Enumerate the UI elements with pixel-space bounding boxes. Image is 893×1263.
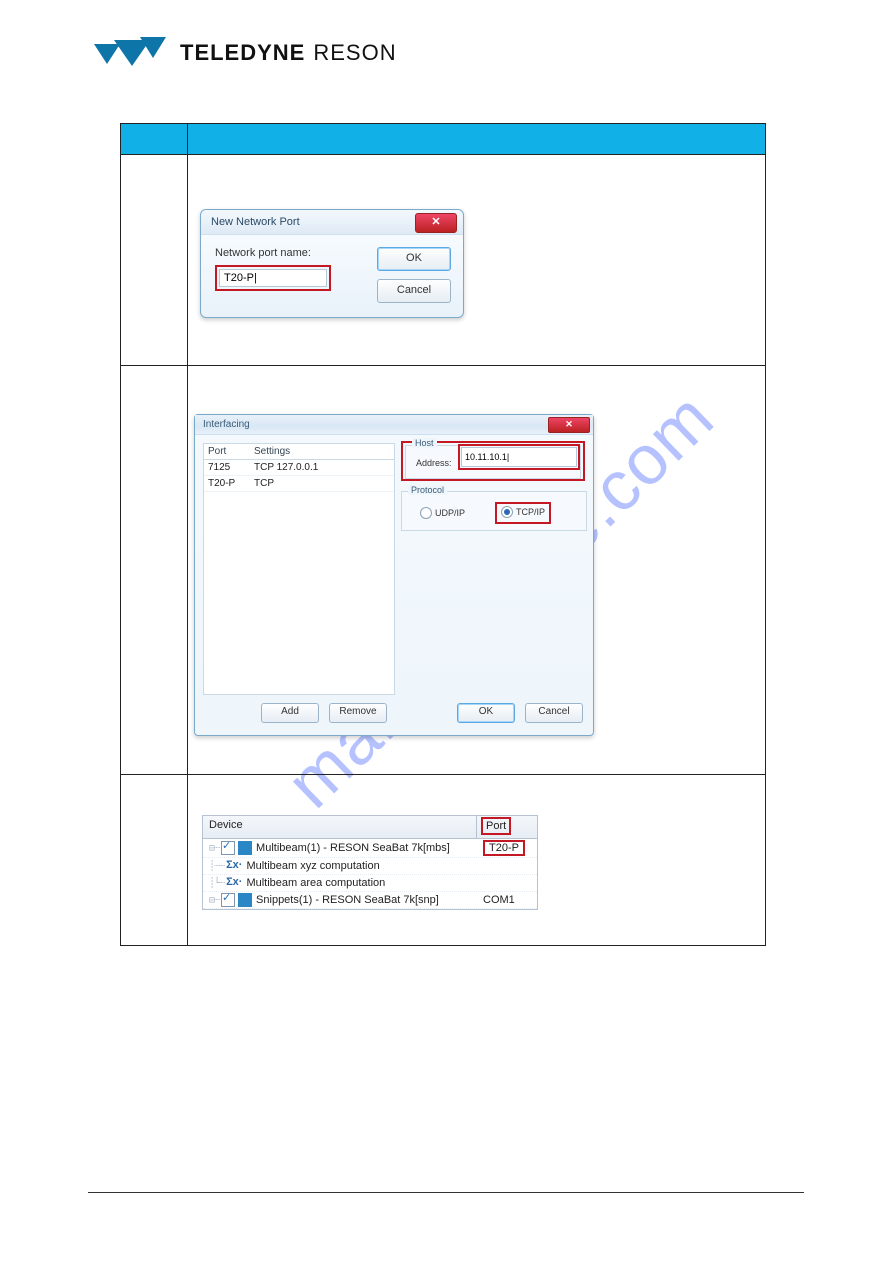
port-cell: COM1 — [479, 894, 535, 906]
brand-logomark — [90, 34, 166, 72]
port-header-highlight: Port — [481, 817, 511, 835]
port-name-input[interactable] — [219, 269, 327, 287]
table-header-left — [121, 124, 188, 155]
device-label: Multibeam xyz computation — [246, 860, 479, 872]
brand-name-bold: TELEDYNE — [180, 40, 305, 66]
device-label: Multibeam(1) - RESON SeaBat 7k[mbs] — [256, 842, 479, 854]
radio-icon — [501, 506, 513, 518]
list-item[interactable]: ┊└┈ Σx· Multibeam area computation — [203, 875, 537, 892]
dialog-title-text: Interfacing — [203, 419, 250, 430]
host-legend: Host — [412, 438, 437, 448]
device-label: Snippets(1) - RESON SeaBat 7k[snp] — [256, 894, 479, 906]
cancel-button[interactable]: Cancel — [525, 703, 583, 723]
host-group-highlight: Host Address: — [401, 441, 585, 481]
list-item[interactable]: ⊟┈ Snippets(1) - RESON SeaBat 7k[snp] CO… — [203, 892, 537, 909]
sigma-icon: Σx· — [226, 859, 242, 873]
ok-button[interactable]: OK — [457, 703, 515, 723]
checkbox[interactable] — [221, 841, 235, 855]
brand-name-light: RESON — [313, 40, 396, 66]
cancel-button[interactable]: Cancel — [377, 279, 451, 303]
radio-icon — [420, 507, 432, 519]
port-value-highlight: T20-P — [483, 840, 525, 856]
dialog-title: Interfacing ✕ — [195, 415, 593, 435]
port-list[interactable]: Port Settings 7125 TCP 127.0.0.1 T20-P T… — [203, 443, 395, 695]
ok-button[interactable]: OK — [377, 247, 451, 271]
dialog-title-text: New Network Port — [211, 216, 300, 228]
checkbox[interactable] — [221, 893, 235, 907]
footer-rule — [88, 1192, 804, 1193]
device-icon — [238, 841, 252, 855]
tree-toggle-icon[interactable]: ⊟┈ — [209, 895, 219, 906]
port-name-highlight — [215, 265, 331, 291]
close-icon[interactable]: ✕ — [548, 417, 590, 433]
port-cell: T20-P — [479, 840, 535, 856]
address-input[interactable] — [461, 447, 577, 467]
tree-toggle-icon[interactable]: ⊟┈ — [209, 843, 219, 854]
address-highlight — [458, 444, 580, 470]
interfacing-dialog: Interfacing ✕ Port Settings 7125 — [194, 414, 594, 736]
list-item[interactable]: ⊟┈ Multibeam(1) - RESON SeaBat 7k[mbs] T… — [203, 839, 537, 858]
table-row[interactable]: 7125 TCP 127.0.0.1 — [204, 460, 394, 476]
close-icon[interactable]: ✕ — [415, 213, 457, 233]
cell-settings: TCP 127.0.0.1 — [254, 462, 390, 473]
col-port: Port — [208, 446, 254, 457]
list-item[interactable]: ┊┈┈ Σx· Multibeam xyz computation — [203, 858, 537, 875]
remove-button[interactable]: Remove — [329, 703, 387, 723]
col-port: Port — [477, 816, 537, 838]
dialog-title: New Network Port ✕ — [201, 210, 463, 235]
device-label: Multibeam area computation — [246, 877, 479, 889]
brand-logo: TELEDYNE RESON — [90, 34, 397, 72]
col-device: Device — [203, 816, 477, 838]
udp-label: UDP/IP — [435, 508, 465, 518]
table-header-right — [188, 124, 766, 155]
add-button[interactable]: Add — [261, 703, 319, 723]
udp-radio[interactable]: UDP/IP — [420, 507, 465, 519]
tree-branch-icon: ┊└┈ — [209, 878, 224, 889]
address-label: Address: — [416, 458, 452, 468]
cell-port: T20-P — [208, 478, 254, 489]
device-icon — [238, 893, 252, 907]
tcp-label: TCP/IP — [516, 507, 545, 517]
col-settings: Settings — [254, 446, 390, 457]
device-tree-panel: Device Port ⊟┈ Multibeam(1) - RESON SeaB… — [202, 815, 538, 910]
cell-port: 7125 — [208, 462, 254, 473]
tcp-highlight: TCP/IP — [495, 502, 551, 524]
new-network-port-dialog: New Network Port ✕ Network port name: OK — [200, 209, 464, 318]
tree-branch-icon: ┊┈┈ — [209, 861, 224, 872]
cell-settings: TCP — [254, 478, 390, 489]
table-row[interactable]: T20-P TCP — [204, 476, 394, 492]
protocol-group: Protocol UDP/IP TCP/IP — [401, 491, 587, 531]
document-table: New Network Port ✕ Network port name: OK — [120, 123, 766, 946]
tcp-radio[interactable]: TCP/IP — [501, 506, 545, 518]
protocol-legend: Protocol — [408, 485, 447, 495]
port-name-label: Network port name: — [215, 247, 363, 259]
sigma-icon: Σx· — [226, 876, 242, 890]
